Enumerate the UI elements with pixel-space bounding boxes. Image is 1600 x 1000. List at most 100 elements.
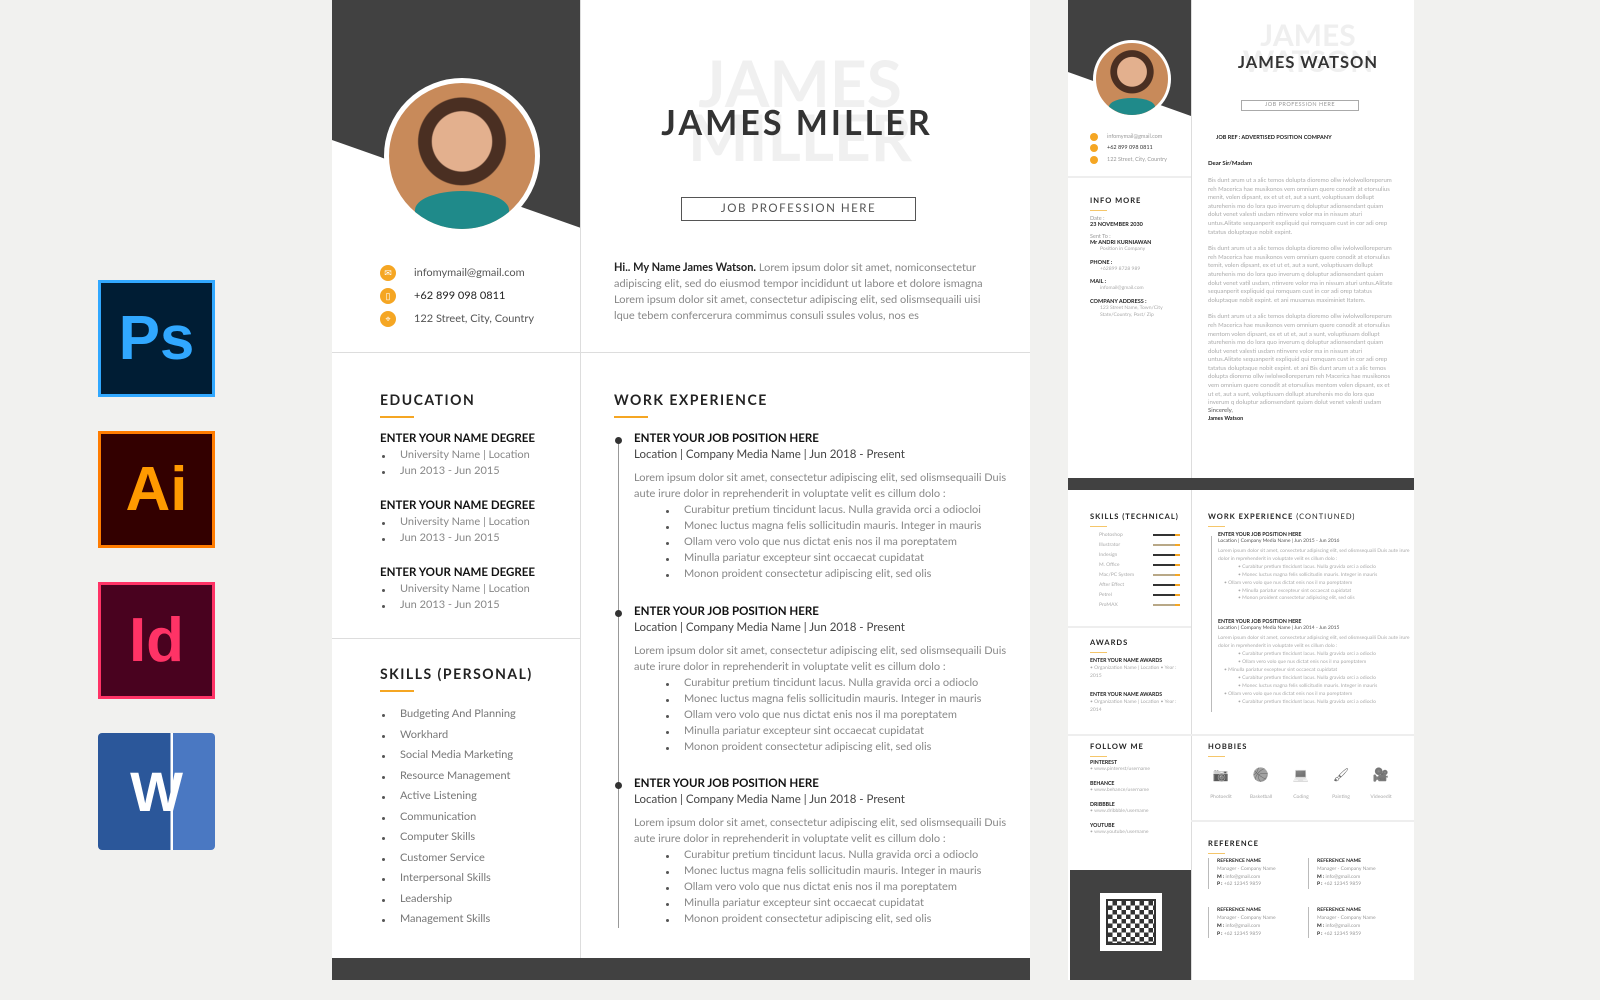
years: Jun 2013 - Jun 2015 [380, 597, 535, 613]
degree: ENTER YOUR NAME DEGREE [380, 566, 535, 579]
award-detail: • Organization Name | Location • Year : … [1090, 699, 1177, 713]
info-item: Sent To : Mr ANDRI KURNIAWAN Position in C… [1090, 234, 1185, 254]
reference-phone: P : +62 12345 9859 [1317, 881, 1408, 889]
reference-role: Manager - Company Name [1217, 865, 1276, 872]
hobby-item: 💻 Coding [1281, 766, 1321, 800]
social-url[interactable]: • www.youtube/username [1090, 829, 1150, 835]
job-bullet: Ollam vero volo que nus dictat enis nos … [664, 534, 1014, 550]
social-item: DRIBBBLE • www.dribbble/username [1090, 802, 1150, 814]
job-title: ENTER YOUR JOB POSITION HERE [634, 605, 819, 618]
reference-name: REFERENCE NAME [1317, 907, 1362, 914]
mail-value: info@gmail.com [1224, 922, 1261, 929]
software-icon-id: Id [98, 582, 215, 699]
skill-bar [1153, 584, 1180, 586]
signature: James Watson [1208, 416, 1244, 422]
paint-roller-icon: 🖌 [1332, 766, 1350, 782]
profession-box: JOB PROFESSION HERE [681, 197, 916, 221]
skill-bar [1153, 564, 1180, 566]
info-item: Date :23 NOVEMBER 2030 [1090, 216, 1185, 228]
info-bullet: infomail@gmail.com [1100, 285, 1144, 291]
skill-bar-fill [1153, 594, 1175, 596]
skill-item: Workhard [380, 725, 516, 746]
software-icon-ai: Ai [98, 431, 215, 548]
contact-text: 122 Street, City, Country [414, 312, 535, 325]
tech-skill: After Effect [1090, 580, 1180, 590]
camera-icon: 📷 [1212, 766, 1230, 782]
timeline-dot [615, 782, 622, 789]
job-desc: Lorem ipsum dolor sit amet, consectetur … [1218, 548, 1410, 562]
letter-paragraph: Bis dunt arum ut a alic temos dolupta di… [1208, 245, 1393, 304]
hobby-item: 🏀 Basketball [1241, 766, 1281, 800]
location-icon: ⌖ [380, 310, 396, 327]
education-item: ENTER YOUR NAME DEGREE University Name | … [380, 566, 535, 613]
job-meta: Location | Company Media Name | Jun 2018… [634, 621, 905, 634]
skill-name: Mac/PC System [1099, 572, 1135, 578]
social-url[interactable]: • www.dribbble/username [1090, 808, 1150, 814]
social-url[interactable]: • www.pinterest/username [1090, 766, 1150, 772]
social-url[interactable]: • www.behance/username [1090, 787, 1150, 793]
work-title: WORK EXPERIENCE [614, 391, 768, 408]
award-item: ENTER YOUR NAME AWARDS • Organization Nam… [1090, 658, 1182, 680]
job-desc: Lorem ipsum dolor sit amet, consectetur … [634, 471, 1007, 500]
resume-page: ✉ infomymail@gmail.com ▯ +62 899 098 0811 ⌖ 1… [332, 0, 1030, 980]
timeline-dot [615, 610, 622, 617]
years: Jun 2013 - Jun 2015 [380, 530, 535, 546]
job-bullet: • Monon proident consectetur adipiscing … [1238, 595, 1355, 602]
info-bullet: +62899 8728 989 [1100, 265, 1141, 272]
education-details: University Name | Location Jun 2013 - Jun… [380, 514, 535, 546]
contact-text[interactable]: infomymail@gmail.com [414, 266, 525, 279]
software-icon-w: W [98, 733, 215, 850]
page-separator [1068, 478, 1414, 490]
contact-item: 122 Street, City, Country [1090, 154, 1167, 166]
job-bullets: Curabitur pretium tincidunt lacus. Nulla… [634, 847, 1014, 927]
work-title: WORK EXPERIENCE [1208, 512, 1294, 521]
job-bullet: Ollam vero volo que nus dictat enis nos … [664, 707, 1014, 723]
skill-bar [1153, 544, 1180, 546]
tech-skill: ProMAX [1090, 600, 1180, 610]
skill-bar [1153, 594, 1180, 596]
title-underline [380, 690, 414, 692]
reference-phone: P : +62 12345 9859 [1217, 931, 1308, 939]
award-item: ENTER YOUR NAME AWARDS • Organization Nam… [1090, 692, 1182, 714]
reference-item: REFERENCE NAME Manager - Company Name M : … [1308, 907, 1408, 939]
location-icon [1090, 155, 1098, 164]
job-bullet: Curabitur pretium tincidunt lacus. Nulla… [664, 502, 1014, 518]
timeline-dot [615, 437, 622, 444]
tech-skill: Petrel [1090, 590, 1180, 600]
phone-value: +62 12345 9859 [1222, 930, 1262, 937]
letter-paragraph: Bis dunt arum ut a alic temos dolupta di… [1208, 313, 1392, 407]
video-camera-icon: 🎥 [1372, 766, 1390, 782]
skill-name: Photoshop [1099, 532, 1123, 538]
software-icon-ps: Ps [98, 280, 215, 397]
job-bullet: Monon proident consectetur adipiscing el… [664, 911, 1014, 927]
reference-name: REFERENCE NAME [1217, 858, 1262, 864]
info-item: COMPANY ADDRESS :123 Street Name, Town/C… [1090, 299, 1185, 320]
school: University Name | Location [380, 581, 535, 597]
job-bullet: • Monec luctus magna felis sollicitudin … [1238, 682, 1378, 689]
skill-item: Leadership [380, 889, 516, 910]
skill-item: Computer Skills [380, 827, 516, 848]
contact-item: +62 899 098 0811 [1090, 143, 1167, 155]
title-underline [614, 416, 648, 418]
years: Jun 2013 - Jun 2015 [380, 463, 535, 479]
mail-value: info@gmail.com [1324, 873, 1361, 880]
profession-box: JOB PROFESSION HERE [1241, 100, 1359, 111]
divider [332, 638, 580, 639]
education-details: University Name | Location Jun 2013 - Jun… [380, 581, 535, 613]
phone-icon [1090, 144, 1098, 153]
reference-item: REFERENCE NAME Manager - Company Name M : … [1208, 907, 1308, 939]
job-bullet: Curabitur pretium tincidunt lacus. Nulla… [664, 675, 1014, 691]
reference-item: REFERENCE NAME Manager - Company Name M : … [1308, 858, 1408, 890]
job-bullets: Curabitur pretium tincidunt lacus. Nulla… [634, 502, 1014, 582]
avatar [384, 78, 540, 234]
follow-title: FOLLOW ME [1090, 742, 1144, 751]
job-bullet: • Curabitur pretium tincidunt lacus. Nul… [1238, 698, 1376, 705]
skill-name: Indesign [1099, 552, 1118, 558]
reference-phone: P : +62 12345 9859 [1317, 931, 1408, 939]
skill-bar-fill [1153, 604, 1175, 606]
job-entry: ENTER YOUR JOB POSITION HERE Location | C… [1218, 532, 1413, 603]
skill-bar-fill [1153, 574, 1175, 576]
contact-item: ▯ +62 899 098 0811 [380, 284, 534, 307]
job-bullet: • Minulla pariatur excepteur sint occaec… [1224, 666, 1338, 673]
reference-mail: M : info@gmail.com [1317, 874, 1408, 882]
